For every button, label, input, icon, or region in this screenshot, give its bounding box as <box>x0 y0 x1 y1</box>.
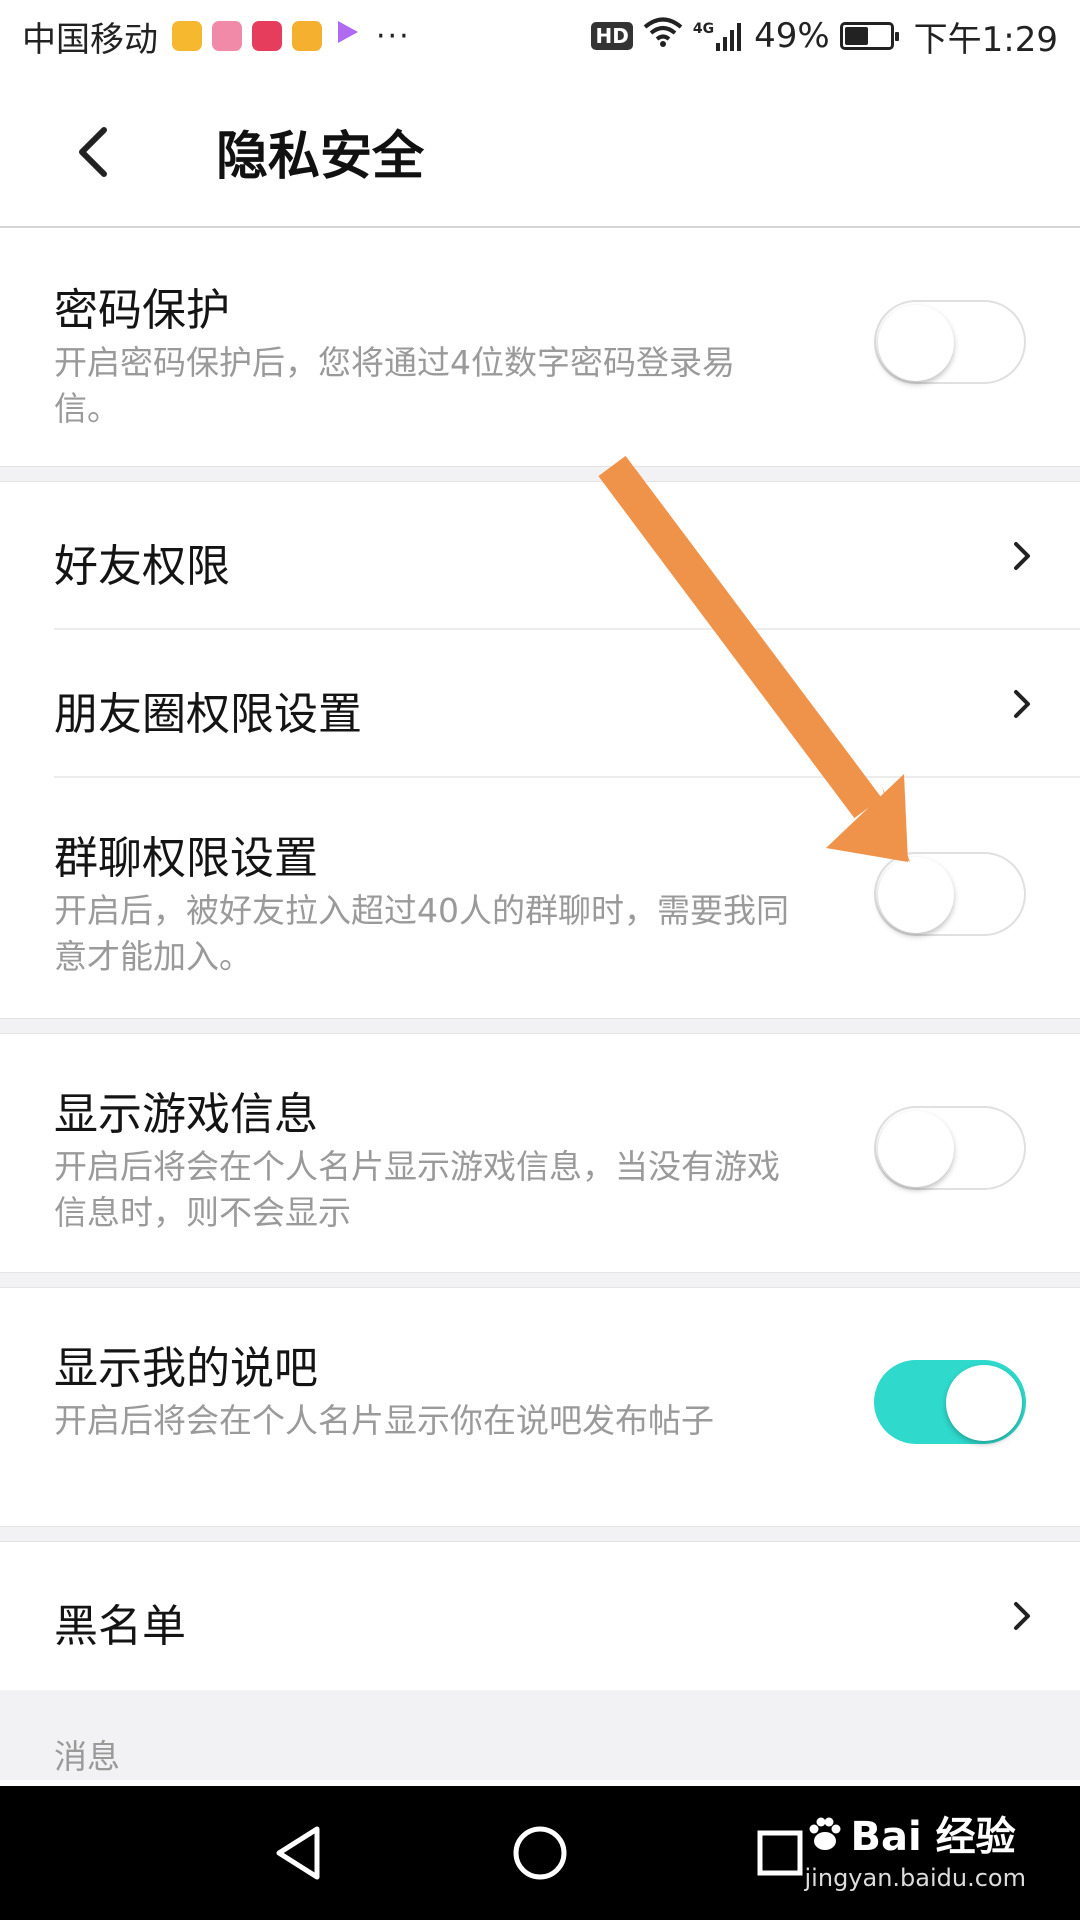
section-gap <box>0 1272 1080 1288</box>
settings-group-game: 显示游戏信息 开启后将会在个人名片显示游戏信息，当没有游戏信息时，则不会显示 <box>0 1034 1080 1272</box>
group-chat-permission-toggle[interactable] <box>874 852 1026 936</box>
toggle-knob <box>946 1365 1022 1441</box>
setting-row-shuoba: 显示我的说吧 开启后将会在个人名片显示你在说吧发布帖子 <box>0 1288 1080 1526</box>
triangle-back-icon <box>276 1826 320 1880</box>
wifi-icon <box>643 16 683 57</box>
toggle-knob <box>878 1111 954 1187</box>
video-play-icon <box>332 16 362 56</box>
battery-percent: 49% <box>754 16 830 56</box>
app-pink-icon <box>212 21 242 51</box>
paw-icon <box>809 1817 841 1850</box>
settings-group-security: 密码保护 开启密码保护后，您将通过4位数字密码登录易信。 <box>0 230 1080 466</box>
hd-badge: HD <box>591 22 633 50</box>
game-info-toggle[interactable] <box>874 1106 1026 1190</box>
setting-desc: 开启后将会在个人名片显示游戏信息，当没有游戏信息时，则不会显示 <box>54 1147 780 1232</box>
setting-row-moments-permission[interactable]: 朋友圈权限设置 <box>0 630 1080 778</box>
watermark-brand-text: Bai 经验 <box>850 1814 1016 1860</box>
page-title: 隐私安全 <box>216 127 425 187</box>
setting-row-password-protection: 密码保护 开启密码保护后，您将通过4位数字密码登录易信。 <box>0 230 1080 466</box>
square-recents-icon <box>757 1830 803 1876</box>
setting-row-blacklist[interactable]: 黑名单 <box>0 1542 1080 1690</box>
setting-desc: 开启密码保护后，您将通过4位数字密码登录易信。 <box>54 343 735 428</box>
settings-group-blacklist: 黑名单 <box>0 1542 1080 1690</box>
setting-row-friend-permission[interactable]: 好友权限 <box>0 482 1080 630</box>
navigation-bar: Bai 经验 jingyan.baidu.com <box>0 1786 1080 1920</box>
section-header-label: 消息 <box>54 1737 120 1776</box>
setting-row-game-info: 显示游戏信息 开启后将会在个人名片显示游戏信息，当没有游戏信息时，则不会显示 <box>0 1034 1080 1272</box>
setting-title: 显示我的说吧 <box>54 1343 318 1394</box>
baidu-jingyan-watermark: Bai 经验 jingyan.baidu.com <box>805 1804 1026 1892</box>
chevron-right-icon <box>1004 538 1040 574</box>
chevron-right-icon <box>1004 1598 1040 1634</box>
toggle-knob <box>878 305 954 381</box>
title-bar: 隐私安全 <box>0 72 1080 228</box>
carrier-label: 中国移动 <box>22 19 158 60</box>
setting-row-group-chat-permission: 群聊权限设置 开启后，被好友拉入超过40人的群聊时，需要我同意才能加入。 <box>0 778 1080 1018</box>
settings-group-shuoba: 显示我的说吧 开启后将会在个人名片显示你在说吧发布帖子 <box>0 1288 1080 1526</box>
clock: 下午1:29 <box>913 19 1058 60</box>
nav-back-button[interactable] <box>262 1816 336 1890</box>
circle-home-icon <box>513 1826 567 1880</box>
section-gap <box>0 466 1080 482</box>
battery-icon <box>839 22 899 50</box>
section-gap <box>0 1018 1080 1034</box>
status-app-icons <box>172 16 362 56</box>
weibo-icon <box>172 21 202 51</box>
signal-icon: 4G <box>693 21 744 51</box>
setting-title: 密码保护 <box>54 285 230 336</box>
screen: 中国移动 ··· HD 4G 49% 下午1:29 隐私安全 密码保护 开启密码… <box>0 0 1080 1920</box>
setting-title: 黑名单 <box>54 1601 186 1652</box>
status-right: HD 4G 49% 下午1:29 <box>591 12 1058 61</box>
password-protection-toggle[interactable] <box>874 300 1026 384</box>
section-header-messages: 消息 <box>0 1690 1080 1780</box>
app-heart-icon <box>252 21 282 51</box>
setting-desc: 开启后将会在个人名片显示你在说吧发布帖子 <box>54 1401 714 1440</box>
setting-title: 群聊权限设置 <box>54 833 318 884</box>
chevron-left-icon <box>79 127 107 177</box>
settings-list: 密码保护 开启密码保护后，您将通过4位数字密码登录易信。 好友权限 朋友圈权限设… <box>0 230 1080 1780</box>
toggle-knob <box>878 857 954 933</box>
setting-title: 显示游戏信息 <box>54 1089 318 1140</box>
chevron-right-icon <box>1004 686 1040 722</box>
watermark-url: jingyan.baidu.com <box>804 1864 1026 1892</box>
setting-title: 朋友圈权限设置 <box>54 689 362 740</box>
settings-group-permissions: 好友权限 朋友圈权限设置 群聊权限设置 开启后，被好友拉入超过40人的群聊时，需… <box>0 482 1080 1018</box>
status-bar: 中国移动 ··· HD 4G 49% 下午1:29 <box>0 0 1080 72</box>
back-button[interactable] <box>58 116 130 188</box>
nav-home-button[interactable] <box>503 1816 577 1890</box>
setting-title: 好友权限 <box>54 541 230 592</box>
shuoba-toggle[interactable] <box>874 1360 1026 1444</box>
setting-desc: 开启后，被好友拉入超过40人的群聊时，需要我同意才能加入。 <box>54 891 789 976</box>
watermark-brand: Bai 经验 <box>805 1804 1026 1862</box>
more-notifications-icon: ··· <box>376 18 411 54</box>
section-gap <box>0 1526 1080 1542</box>
app-yue-icon <box>292 21 322 51</box>
network-type: 4G <box>692 21 715 37</box>
